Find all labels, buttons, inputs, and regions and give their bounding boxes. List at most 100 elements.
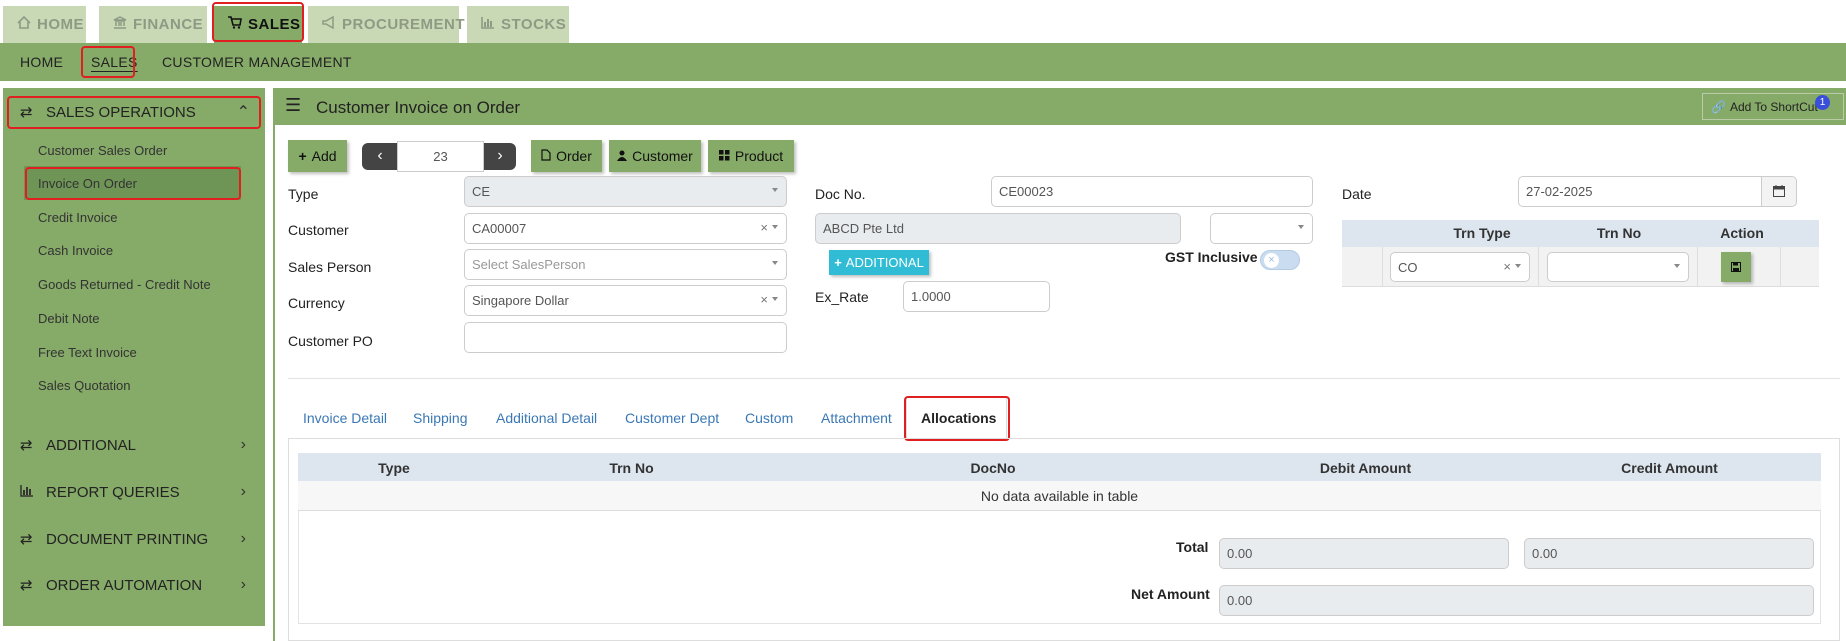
sales-person-select[interactable]: Select SalesPerson: [464, 249, 787, 280]
transaction-table: Trn Type Trn No Action CO ×: [1342, 220, 1819, 287]
currency-label: Currency: [288, 295, 345, 311]
clear-icon[interactable]: ×: [760, 220, 768, 235]
gst-inclusive-toggle[interactable]: ×: [1260, 250, 1300, 270]
tab-attachment[interactable]: Attachment: [821, 410, 892, 426]
sidebar-additional[interactable]: ⇄ ADDITIONAL ›: [8, 428, 260, 462]
shortcut-count-badge: 1: [1815, 95, 1830, 110]
customer-button[interactable]: Customer: [609, 140, 701, 172]
trn-no-select[interactable]: [1547, 252, 1689, 282]
sidebar: ⇄ SALES OPERATIONS ⌃ Customer Sales Orde…: [3, 88, 265, 626]
sales-person-placeholder: Select SalesPerson: [472, 257, 586, 272]
sidebar-order-automation-label: ORDER AUTOMATION: [46, 576, 203, 594]
tab-shipping[interactable]: Shipping: [413, 410, 468, 426]
sub-navigation: HOME SALES CUSTOMER MANAGEMENT: [0, 43, 1846, 81]
plus-icon: +: [834, 255, 842, 270]
save-row-button[interactable]: [1721, 252, 1751, 282]
calendar-icon: [1773, 184, 1785, 200]
sidebar-item-debit-note[interactable]: Debit Note: [38, 311, 99, 326]
order-button[interactable]: Order: [531, 140, 602, 172]
caret-down-icon: [1515, 264, 1521, 268]
total-credit-field: 0.00: [1524, 538, 1814, 569]
trn-type-value: CO: [1398, 259, 1418, 275]
subnav-customer-management[interactable]: CUSTOMER MANAGEMENT: [162, 43, 352, 81]
trn-type-select[interactable]: CO ×: [1390, 252, 1530, 282]
customer-extra-select[interactable]: [1210, 213, 1313, 244]
tab-custom[interactable]: Custom: [745, 410, 793, 426]
caret-down-icon: [772, 261, 778, 265]
tab-finance[interactable]: FINANCE: [99, 6, 207, 43]
empty-table-message: No data available in table: [298, 481, 1821, 511]
sidebar-item-sales-quotation[interactable]: Sales Quotation: [38, 378, 131, 393]
type-value: CE: [472, 184, 491, 199]
divider: [288, 378, 1840, 379]
sidebar-order-automation[interactable]: ⇄ ORDER AUTOMATION ›: [8, 568, 260, 602]
bar-chart-icon: [481, 16, 495, 33]
date-label: Date: [1342, 186, 1372, 202]
chevron-up-icon: ⌃: [236, 104, 250, 121]
tab-allocations[interactable]: Allocations: [921, 410, 996, 426]
add-button[interactable]: + Add: [288, 140, 347, 172]
previous-record-button[interactable]: ‹: [362, 143, 398, 170]
plus-icon: +: [298, 148, 307, 164]
tab-home[interactable]: HOME: [3, 6, 86, 43]
ex-rate-field[interactable]: 1.0000: [903, 281, 1050, 312]
chevron-right-icon: ›: [240, 483, 246, 500]
next-record-button[interactable]: ›: [484, 143, 516, 170]
action-header: Action: [1720, 225, 1764, 241]
tab-procurement[interactable]: PROCUREMENT: [308, 6, 465, 43]
sales-person-label: Sales Person: [288, 259, 372, 275]
sidebar-item-goods-returned[interactable]: Goods Returned - Credit Note: [38, 277, 211, 292]
total-label: Total: [1176, 539, 1209, 555]
clear-icon[interactable]: ×: [760, 292, 768, 307]
additional-button[interactable]: + ADDITIONAL: [829, 250, 929, 275]
sidebar-item-invoice-on-order[interactable]: Invoice On Order: [38, 176, 137, 191]
hamburger-menu-icon[interactable]: ☰: [285, 95, 301, 116]
type-select[interactable]: CE: [464, 176, 787, 207]
sidebar-item-free-text-invoice[interactable]: Free Text Invoice: [38, 345, 137, 360]
tab-customer-dept[interactable]: Customer Dept: [625, 410, 719, 426]
exchange-icon: ⇄: [20, 104, 33, 121]
product-button-label: Product: [734, 148, 784, 164]
subnav-sales[interactable]: SALES: [91, 43, 138, 81]
customer-select[interactable]: CA00007 ×: [464, 213, 787, 244]
chevron-right-icon: ›: [497, 147, 503, 164]
date-field[interactable]: 27-02-2025: [1518, 176, 1762, 207]
tab-stocks[interactable]: STOCKS: [467, 6, 569, 43]
record-number-field[interactable]: 23: [397, 141, 484, 172]
chevron-right-icon: ›: [240, 576, 246, 593]
customer-po-field[interactable]: [464, 322, 787, 353]
sidebar-document-printing-label: DOCUMENT PRINTING: [46, 530, 209, 548]
calendar-button[interactable]: [1761, 176, 1797, 207]
page-title: Customer Invoice on Order: [316, 98, 521, 117]
sidebar-report-queries-label: REPORT QUERIES: [46, 483, 180, 501]
sidebar-sales-operations[interactable]: ⇄ SALES OPERATIONS ⌃: [8, 95, 260, 129]
tab-invoice-detail[interactable]: Invoice Detail: [303, 410, 387, 426]
tab-sales[interactable]: SALES: [214, 6, 302, 43]
exchange-icon: ⇄: [20, 577, 33, 594]
caret-down-icon: [772, 297, 778, 301]
product-button[interactable]: Product: [708, 140, 794, 172]
doc-no-field[interactable]: CE00023: [991, 176, 1313, 207]
order-button-label: Order: [556, 148, 592, 164]
tab-additional-detail[interactable]: Additional Detail: [496, 410, 597, 426]
sidebar-item-credit-invoice[interactable]: Credit Invoice: [38, 210, 117, 225]
currency-select[interactable]: Singapore Dollar ×: [464, 285, 787, 316]
net-amount-field: 0.00: [1219, 585, 1814, 616]
divider: [1538, 247, 1539, 287]
home-icon: [17, 15, 31, 33]
clear-icon[interactable]: ×: [1503, 259, 1511, 274]
ex-rate-label: Ex_Rate: [815, 289, 869, 305]
type-label: Type: [288, 186, 319, 202]
tab-stocks-label: STOCKS: [501, 16, 567, 33]
sidebar-report-queries[interactable]: REPORT QUERIES ›: [8, 475, 260, 509]
bank-icon: [113, 16, 127, 33]
trn-no-header: Trn No: [1596, 225, 1642, 241]
sidebar-item-customer-sales-order[interactable]: Customer Sales Order: [38, 143, 167, 158]
divider: [1697, 247, 1698, 287]
subnav-home[interactable]: HOME: [20, 43, 63, 81]
sidebar-item-cash-invoice[interactable]: Cash Invoice: [38, 243, 113, 258]
divider: [1382, 247, 1383, 287]
sidebar-additional-label: ADDITIONAL: [46, 436, 137, 454]
exchange-icon: ⇄: [20, 437, 33, 454]
sidebar-document-printing[interactable]: ⇄ DOCUMENT PRINTING ›: [8, 522, 260, 556]
